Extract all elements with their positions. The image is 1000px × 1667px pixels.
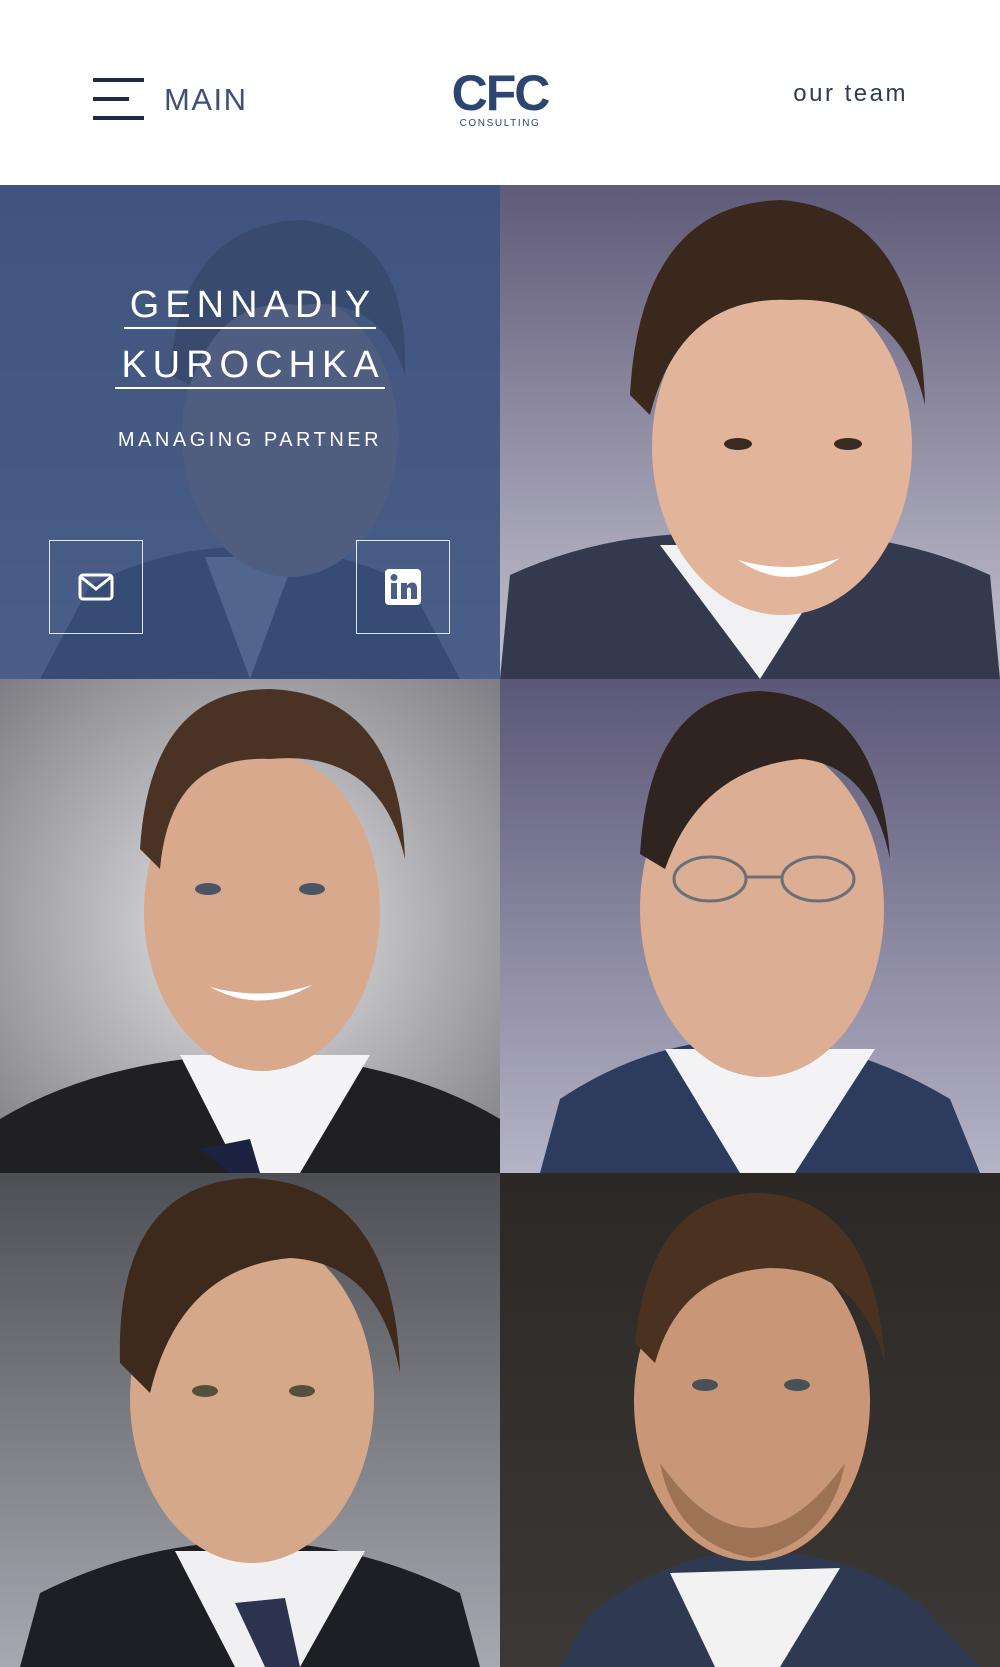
team-page: MAIN CFC CONSULTING our team GENNADIY KU… — [0, 0, 1000, 1667]
team-member-photo — [500, 1173, 1000, 1667]
team-grid: GENNADIY KUROCHKA MANAGING PARTNER — [0, 185, 1000, 1667]
site-header: MAIN CFC CONSULTING our team — [0, 0, 1000, 185]
team-member-photo — [0, 1173, 500, 1667]
team-member-card[interactable] — [0, 1173, 500, 1667]
member-role: MANAGING PARTNER — [117, 429, 383, 451]
member-name-last: KUROCHKA — [115, 343, 385, 389]
team-member-card[interactable] — [500, 1173, 1000, 1667]
section-title-link[interactable]: our team — [793, 82, 908, 106]
team-member-card[interactable] — [500, 185, 1000, 679]
logo-subtitle: CONSULTING — [459, 118, 541, 129]
team-member-card[interactable] — [500, 679, 1000, 1173]
team-member-photo — [500, 679, 1000, 1173]
envelope-icon — [78, 573, 114, 601]
linkedin-icon — [385, 569, 421, 605]
linkedin-button[interactable] — [356, 540, 450, 634]
main-menu-toggle[interactable]: MAIN — [93, 76, 248, 122]
menu-label: MAIN — [164, 81, 248, 117]
member-name-first: GENNADIY — [123, 283, 377, 329]
member-name-link[interactable]: GENNADIY KUROCHKA — [0, 283, 500, 403]
hamburger-icon[interactable] — [93, 77, 144, 121]
team-member-card[interactable] — [0, 679, 500, 1173]
team-member-photo — [500, 185, 1000, 679]
email-button[interactable] — [49, 540, 143, 634]
cfc-logo[interactable]: CFC CONSULTING — [447, 65, 553, 130]
team-member-card-featured[interactable]: GENNADIY KUROCHKA MANAGING PARTNER — [0, 185, 500, 679]
team-member-photo — [0, 679, 500, 1173]
logo-mark: CFC — [451, 65, 551, 121]
